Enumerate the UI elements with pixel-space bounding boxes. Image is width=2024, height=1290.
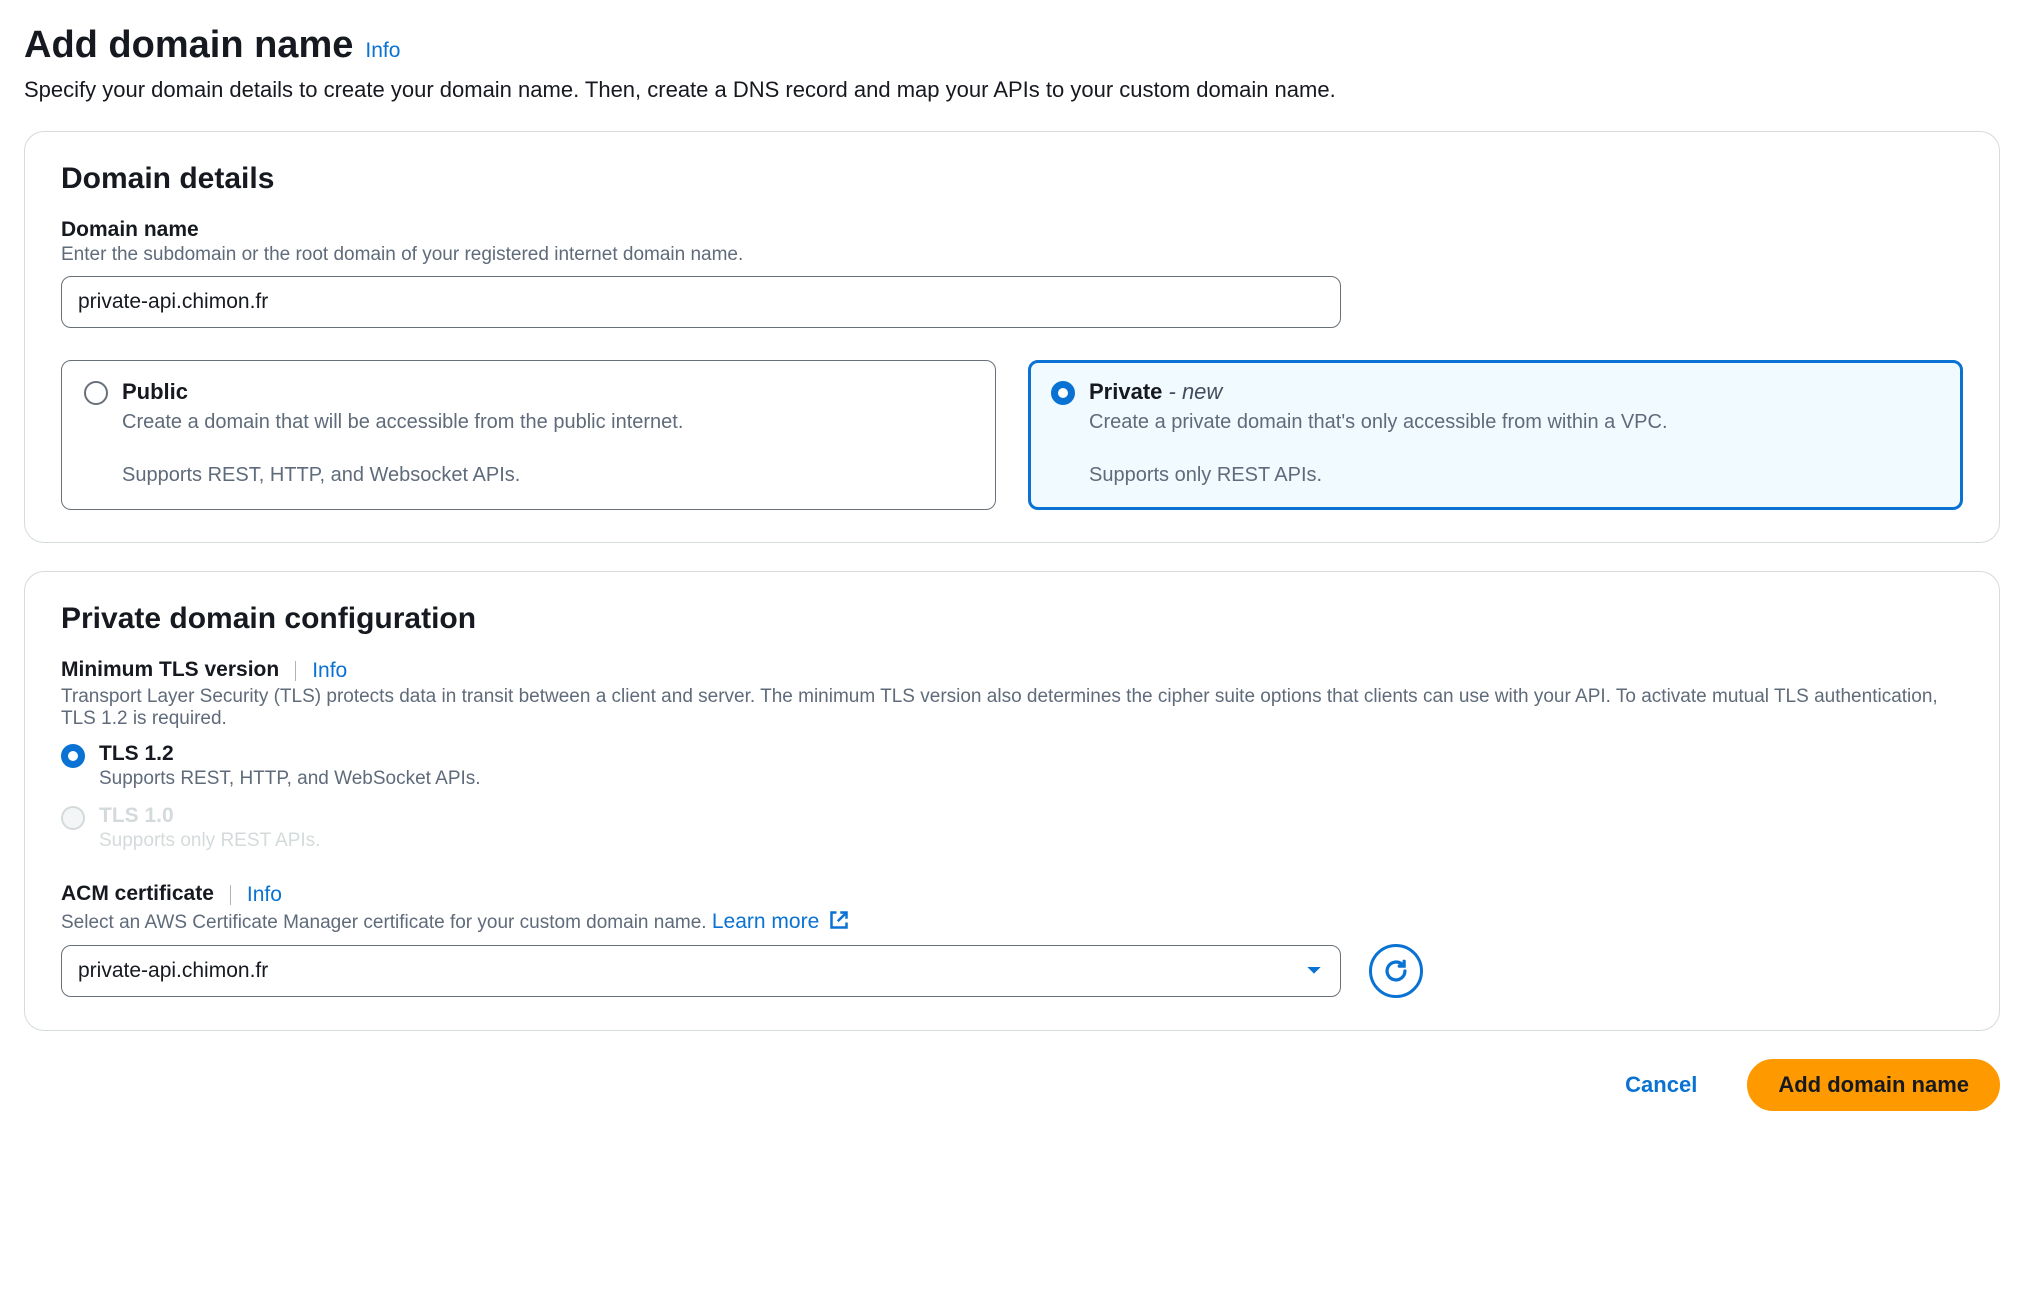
tls-10-label: TLS 1.0 — [99, 804, 320, 828]
public-card-title: Public — [122, 379, 973, 405]
acm-select-value: private-api.chimon.fr — [78, 959, 268, 983]
tls-12-sub: Supports REST, HTTP, and WebSocket APIs. — [99, 768, 481, 790]
domain-name-help: Enter the subdomain or the root domain o… — [61, 244, 1963, 266]
domain-details-panel: Domain details Domain name Enter the sub… — [24, 131, 2000, 543]
public-card-desc: Create a domain that will be accessible … — [122, 411, 973, 434]
public-card-supports: Supports REST, HTTP, and Websocket APIs. — [122, 464, 973, 487]
domain-type-row: Public Create a domain that will be acce… — [61, 360, 1963, 510]
tls-12-label: TLS 1.2 — [99, 742, 481, 766]
tls-option-12[interactable]: TLS 1.2 Supports REST, HTTP, and WebSock… — [61, 742, 1963, 790]
caret-down-icon — [1306, 959, 1322, 983]
page-title: Add domain name — [24, 24, 353, 67]
private-card-title: Private - new — [1089, 379, 1940, 405]
tls-info-link[interactable]: Info — [312, 659, 347, 683]
radio-icon — [84, 381, 108, 405]
acm-certificate-select[interactable]: private-api.chimon.fr — [61, 945, 1341, 997]
tls-radio-list: TLS 1.2 Supports REST, HTTP, and WebSock… — [61, 742, 1963, 852]
separator — [295, 661, 296, 681]
acm-info-link[interactable]: Info — [247, 883, 282, 907]
refresh-icon — [1383, 958, 1409, 984]
acm-help: Select an AWS Certificate Manager certif… — [61, 910, 1963, 934]
private-config-title: Private domain configuration — [61, 602, 1963, 636]
radio-icon — [61, 744, 85, 768]
private-config-panel: Private domain configuration Minimum TLS… — [24, 571, 2000, 1031]
separator — [230, 885, 231, 905]
private-card-desc: Create a private domain that's only acce… — [1089, 411, 1940, 434]
footer-actions: Cancel Add domain name — [24, 1059, 2000, 1111]
page-header: Add domain name Info — [24, 24, 2000, 67]
page-subtitle: Specify your domain details to create yo… — [24, 77, 2000, 103]
page-info-link[interactable]: Info — [365, 39, 400, 63]
add-domain-name-button[interactable]: Add domain name — [1747, 1059, 2000, 1111]
radio-icon — [1051, 381, 1075, 405]
tls-label: Minimum TLS version — [61, 658, 279, 682]
refresh-button[interactable] — [1369, 944, 1423, 998]
domain-type-public-card[interactable]: Public Create a domain that will be acce… — [61, 360, 996, 510]
new-badge: - new — [1162, 379, 1222, 404]
radio-icon — [61, 806, 85, 830]
cancel-button[interactable]: Cancel — [1619, 1071, 1703, 1099]
domain-name-input[interactable] — [61, 276, 1341, 328]
acm-learn-more-link[interactable]: Learn more — [712, 910, 849, 933]
domain-type-private-card[interactable]: Private - new Create a private domain th… — [1028, 360, 1963, 510]
domain-name-label: Domain name — [61, 218, 1963, 242]
external-link-icon — [829, 910, 849, 930]
tls-option-10: TLS 1.0 Supports only REST APIs. — [61, 804, 1963, 852]
tls-help: Transport Layer Security (TLS) protects … — [61, 686, 1963, 730]
private-card-supports: Supports only REST APIs. — [1089, 464, 1940, 487]
tls-10-sub: Supports only REST APIs. — [99, 830, 320, 852]
domain-details-title: Domain details — [61, 162, 1963, 196]
acm-label: ACM certificate — [61, 882, 214, 906]
